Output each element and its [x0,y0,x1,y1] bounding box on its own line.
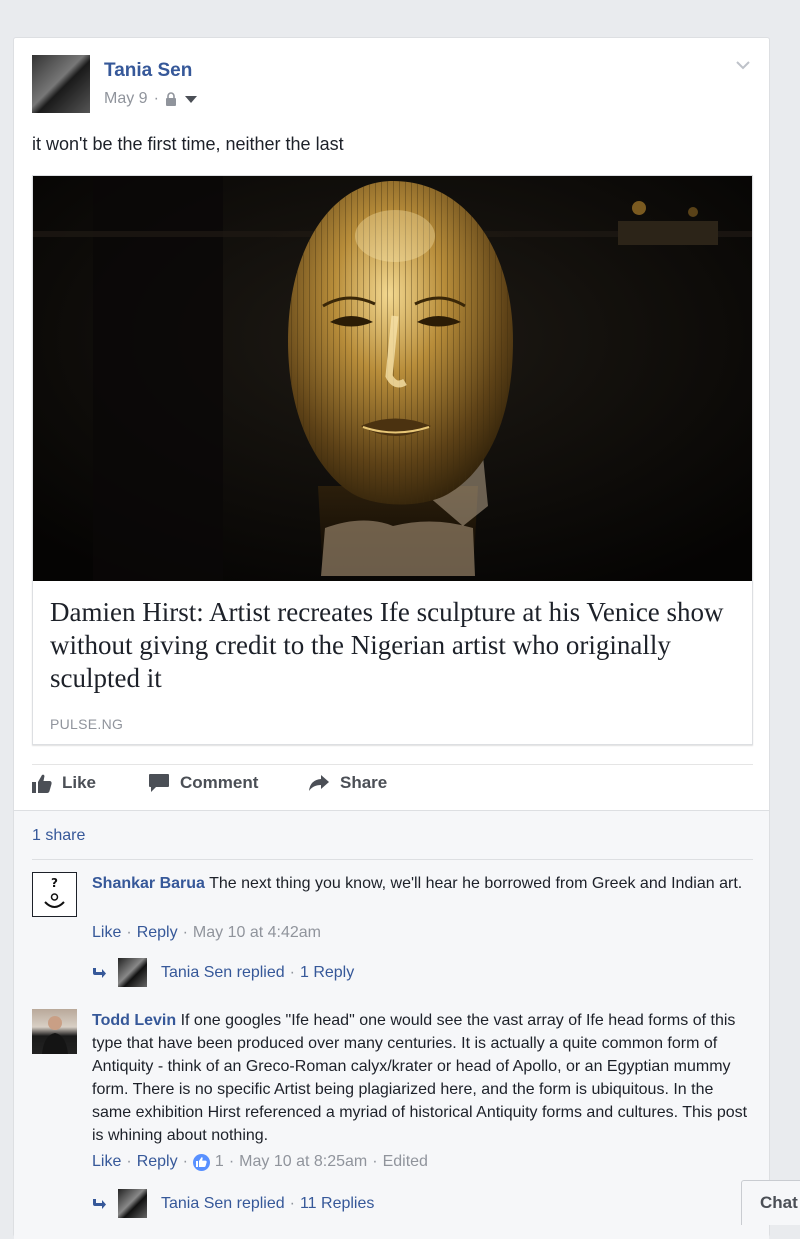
comment-text: If one googles "Ife head" one would see … [92,1012,748,1144]
comment-author[interactable]: Shankar Barua [92,875,205,892]
author-avatar[interactable] [32,55,90,113]
svg-text:?: ? [51,876,58,890]
link-preview[interactable]: Damien Hirst: Artist recreates Ife sculp… [32,175,753,745]
meta-separator: · [126,924,132,941]
post-header: Tania Sen May 9 · [32,55,752,115]
meta-separator: · [182,1153,188,1170]
meta-separator: · [289,1194,295,1212]
meta-separator: · [228,1153,235,1170]
post-author[interactable]: Tania Sen [104,60,192,82]
replies-summary[interactable]: Tania Sen replied · 11 Replies [92,1189,374,1218]
share-label: Share [340,773,388,792]
reply-arrow-icon [93,967,106,978]
comment-body: Todd Levin If one googles "Ife head" one… [92,1009,752,1147]
replies-count[interactable]: 11 Replies [300,1195,374,1213]
comment-reply-link[interactable]: Reply [137,924,178,942]
comment-body: Shankar Barua The next thing you know, w… [92,872,752,895]
post-meta: May 9 · [104,90,197,108]
comment-meta: Like · Reply · May 10 at 4:42am [92,924,321,942]
thumbs-up-icon [32,774,52,793]
like-reaction-icon[interactable] [192,1153,210,1171]
comment-meta: Like · Reply · 1 · May 10 at 8:25am · Ed… [92,1153,428,1171]
shares-count[interactable]: 1 share [32,827,85,845]
reaction-count[interactable]: 1 [215,1153,224,1171]
meta-separator: · [126,1153,132,1170]
comment-button[interactable]: Comment [148,773,258,793]
meta-separator: · [182,924,188,941]
comment-like-link[interactable]: Like [92,1153,121,1171]
replier-text: Tania Sen replied [161,963,285,981]
comments-section: 1 share ? Shankar Barua The next thing y… [14,810,769,1239]
link-title[interactable]: Damien Hirst: Artist recreates Ife sculp… [50,596,730,695]
meta-separator: · [372,1153,378,1170]
reply-arrow-icon [93,1198,106,1209]
comment-text: The next thing you know, we'll hear he b… [204,875,743,892]
meta-separator: · [289,963,295,981]
edited-label[interactable]: Edited [383,1153,428,1171]
post-actions: Like Comment Share [32,773,753,803]
replies-count[interactable]: 1 Reply [300,964,354,982]
comment-reply-link[interactable]: Reply [137,1153,178,1171]
comment-label: Comment [180,773,259,792]
comment-like-link[interactable]: Like [92,924,121,942]
chevron-down-icon[interactable] [735,58,751,70]
actions-divider [32,764,753,765]
link-domain: PULSE.NG [50,716,124,732]
comment-timestamp[interactable]: May 10 at 8:25am [239,1153,367,1171]
comment-icon [149,774,169,792]
share-button[interactable]: Share [308,773,387,793]
comments-divider [32,859,753,860]
replier-avatar [118,1189,147,1218]
link-preview-image[interactable] [33,176,752,581]
replier-avatar [118,958,147,987]
replies-summary[interactable]: Tania Sen replied · 1 Reply [92,958,354,987]
like-button[interactable]: Like [32,773,96,793]
comment-timestamp[interactable]: May 10 at 4:42am [193,924,321,942]
share-arrow-icon [309,775,329,791]
post-card: Tania Sen May 9 · it won't be the first … [13,37,770,1239]
audience-dropdown-icon[interactable] [184,95,197,103]
meta-separator: · [153,90,159,107]
comment-author[interactable]: Todd Levin [92,1012,176,1029]
replier-text: Tania Sen replied [161,1194,285,1212]
like-label: Like [62,773,97,792]
post-text: it won't be the first time, neither the … [32,134,344,154]
lock-icon [165,92,177,106]
chat-tab[interactable]: Chat [741,1180,800,1225]
post-date[interactable]: May 9 [104,90,148,108]
commenter-avatar[interactable]: ? [32,872,77,917]
commenter-avatar[interactable] [32,1009,77,1054]
